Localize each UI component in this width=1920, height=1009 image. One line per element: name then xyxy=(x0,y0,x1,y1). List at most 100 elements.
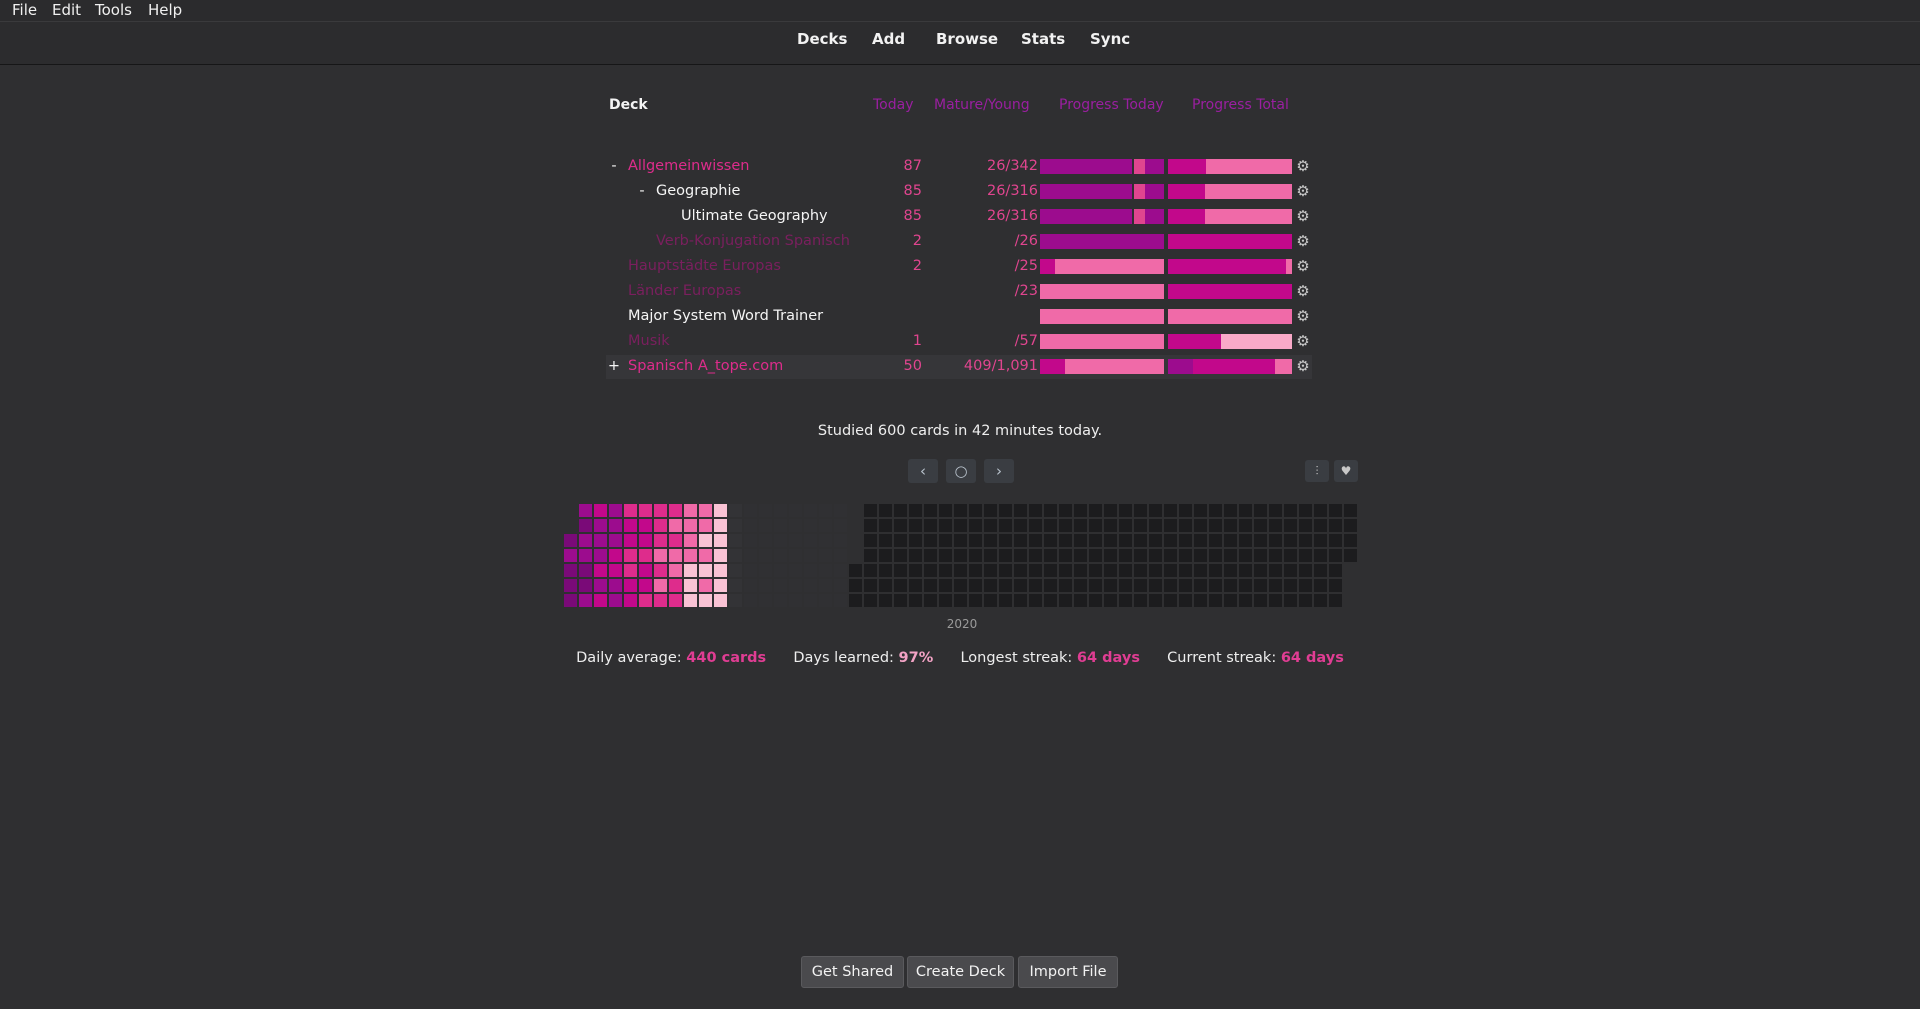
deck-options-gear-icon[interactable]: ⚙ xyxy=(1296,158,1310,174)
heatmap-day-cell[interactable] xyxy=(954,549,967,562)
heatmap-day-cell[interactable] xyxy=(1059,534,1072,547)
heatmap-day-cell[interactable] xyxy=(1059,579,1072,592)
heatmap-day-cell[interactable] xyxy=(834,564,847,577)
heatmap-day-cell[interactable] xyxy=(639,579,652,592)
heatmap-day-cell[interactable] xyxy=(1254,549,1267,562)
heatmap-day-cell[interactable] xyxy=(1269,534,1282,547)
heatmap-day-cell[interactable] xyxy=(1149,594,1162,607)
heatmap-day-cell[interactable] xyxy=(1254,564,1267,577)
heatmap-day-cell[interactable] xyxy=(1344,504,1357,517)
heatmap-day-cell[interactable] xyxy=(1029,519,1042,532)
heatmap-day-cell[interactable] xyxy=(684,594,697,607)
heatmap-day-cell[interactable] xyxy=(1179,579,1192,592)
heatmap-day-cell[interactable] xyxy=(654,504,667,517)
heatmap-day-cell[interactable] xyxy=(759,564,772,577)
heatmap-day-cell[interactable] xyxy=(1104,564,1117,577)
heatmap-day-cell[interactable] xyxy=(744,519,757,532)
heatmap-day-cell[interactable] xyxy=(1284,564,1297,577)
heatmap-day-cell[interactable] xyxy=(1014,594,1027,607)
heatmap-day-cell[interactable] xyxy=(1194,579,1207,592)
heatmap-day-cell[interactable] xyxy=(594,504,607,517)
heatmap-day-cell[interactable] xyxy=(759,504,772,517)
heatmap-day-cell[interactable] xyxy=(1089,564,1102,577)
heatmap-day-cell[interactable] xyxy=(1164,519,1177,532)
heatmap-day-cell[interactable] xyxy=(1134,579,1147,592)
heatmap-day-cell[interactable] xyxy=(1104,534,1117,547)
deck-name[interactable]: Ultimate Geography xyxy=(681,208,828,224)
heatmap-day-cell[interactable] xyxy=(1149,519,1162,532)
heatmap-day-cell[interactable] xyxy=(1029,594,1042,607)
heatmap-day-cell[interactable] xyxy=(1059,594,1072,607)
heatmap-day-cell[interactable] xyxy=(1134,519,1147,532)
heatmap-day-cell[interactable] xyxy=(654,564,667,577)
heatmap-day-cell[interactable] xyxy=(1044,594,1057,607)
heatmap-day-cell[interactable] xyxy=(1254,579,1267,592)
heatmap-day-cell[interactable] xyxy=(999,564,1012,577)
heatmap-day-cell[interactable] xyxy=(564,564,577,577)
heatmap-day-cell[interactable] xyxy=(1149,504,1162,517)
heatmap-day-cell[interactable] xyxy=(624,519,637,532)
heatmap-day-cell[interactable] xyxy=(819,579,832,592)
heatmap-day-cell[interactable] xyxy=(864,519,877,532)
heatmap-day-cell[interactable] xyxy=(1134,534,1147,547)
heatmap-day-cell[interactable] xyxy=(594,564,607,577)
deck-row[interactable]: Verb-Konjugation Spanisch 2 /26 ⚙ xyxy=(606,230,1312,254)
heatmap-day-cell[interactable] xyxy=(834,549,847,562)
heatmap-day-cell[interactable] xyxy=(744,579,757,592)
heatmap-day-cell[interactable] xyxy=(1164,549,1177,562)
heatmap-day-cell[interactable] xyxy=(1209,579,1222,592)
heatmap-day-cell[interactable] xyxy=(1194,564,1207,577)
deck-row[interactable]: - Allgemeinwissen 87 26/342 ⚙ xyxy=(606,155,1312,179)
heatmap-day-cell[interactable] xyxy=(1329,519,1342,532)
heatmap-day-cell[interactable] xyxy=(879,564,892,577)
heatmap-day-cell[interactable] xyxy=(714,564,727,577)
toolbar-decks[interactable]: Decks xyxy=(797,30,847,48)
heatmap-day-cell[interactable] xyxy=(684,504,697,517)
heatmap-day-cell[interactable] xyxy=(1224,594,1237,607)
deck-name[interactable]: Musik xyxy=(628,333,670,349)
heatmap-day-cell[interactable] xyxy=(579,549,592,562)
heatmap-day-cell[interactable] xyxy=(729,549,742,562)
heatmap-day-cell[interactable] xyxy=(1044,504,1057,517)
heatmap-day-cell[interactable] xyxy=(1164,534,1177,547)
heatmap-day-cell[interactable] xyxy=(1239,579,1252,592)
heatmap-day-cell[interactable] xyxy=(654,594,667,607)
heatmap-day-cell[interactable] xyxy=(774,579,787,592)
heatmap-day-cell[interactable] xyxy=(744,504,757,517)
heatmap-day-cell[interactable] xyxy=(624,549,637,562)
heatmap-day-cell[interactable] xyxy=(1074,504,1087,517)
deck-options-gear-icon[interactable]: ⚙ xyxy=(1296,183,1310,199)
deck-name[interactable]: Verb-Konjugation Spanisch xyxy=(656,233,850,249)
heatmap-day-cell[interactable] xyxy=(744,534,757,547)
heatmap-day-cell[interactable] xyxy=(1254,534,1267,547)
heatmap-day-cell[interactable] xyxy=(564,594,577,607)
heatmap-day-cell[interactable] xyxy=(1119,579,1132,592)
heatmap-day-cell[interactable] xyxy=(699,564,712,577)
heatmap-day-cell[interactable] xyxy=(1224,534,1237,547)
heatmap-day-cell[interactable] xyxy=(789,504,802,517)
heatmap-day-cell[interactable] xyxy=(669,564,682,577)
heatmap-day-cell[interactable] xyxy=(1164,594,1177,607)
deck-options-gear-icon[interactable]: ⚙ xyxy=(1296,333,1310,349)
heatmap-day-cell[interactable] xyxy=(879,549,892,562)
heatmap-day-cell[interactable] xyxy=(1299,549,1312,562)
deck-options-gear-icon[interactable]: ⚙ xyxy=(1296,233,1310,249)
deck-row[interactable]: Musik 1 /57 ⚙ xyxy=(606,330,1312,354)
heatmap-day-cell[interactable] xyxy=(1269,504,1282,517)
heatmap-day-cell[interactable] xyxy=(894,594,907,607)
heatmap-day-cell[interactable] xyxy=(1149,549,1162,562)
heatmap-day-cell[interactable] xyxy=(1119,504,1132,517)
heatmap-day-cell[interactable] xyxy=(1074,579,1087,592)
heatmap-day-cell[interactable] xyxy=(729,534,742,547)
heatmap-day-cell[interactable] xyxy=(1239,564,1252,577)
heatmap-day-cell[interactable] xyxy=(1329,534,1342,547)
heatmap-day-cell[interactable] xyxy=(1284,519,1297,532)
heatmap-day-cell[interactable] xyxy=(1074,594,1087,607)
heatmap-day-cell[interactable] xyxy=(1299,564,1312,577)
menu-edit[interactable]: Edit xyxy=(52,1,81,19)
heatmap-day-cell[interactable] xyxy=(609,504,622,517)
heatmap-day-cell[interactable] xyxy=(1074,534,1087,547)
heatmap-day-cell[interactable] xyxy=(654,579,667,592)
heatmap-day-cell[interactable] xyxy=(1329,594,1342,607)
heatmap-day-cell[interactable] xyxy=(1299,519,1312,532)
